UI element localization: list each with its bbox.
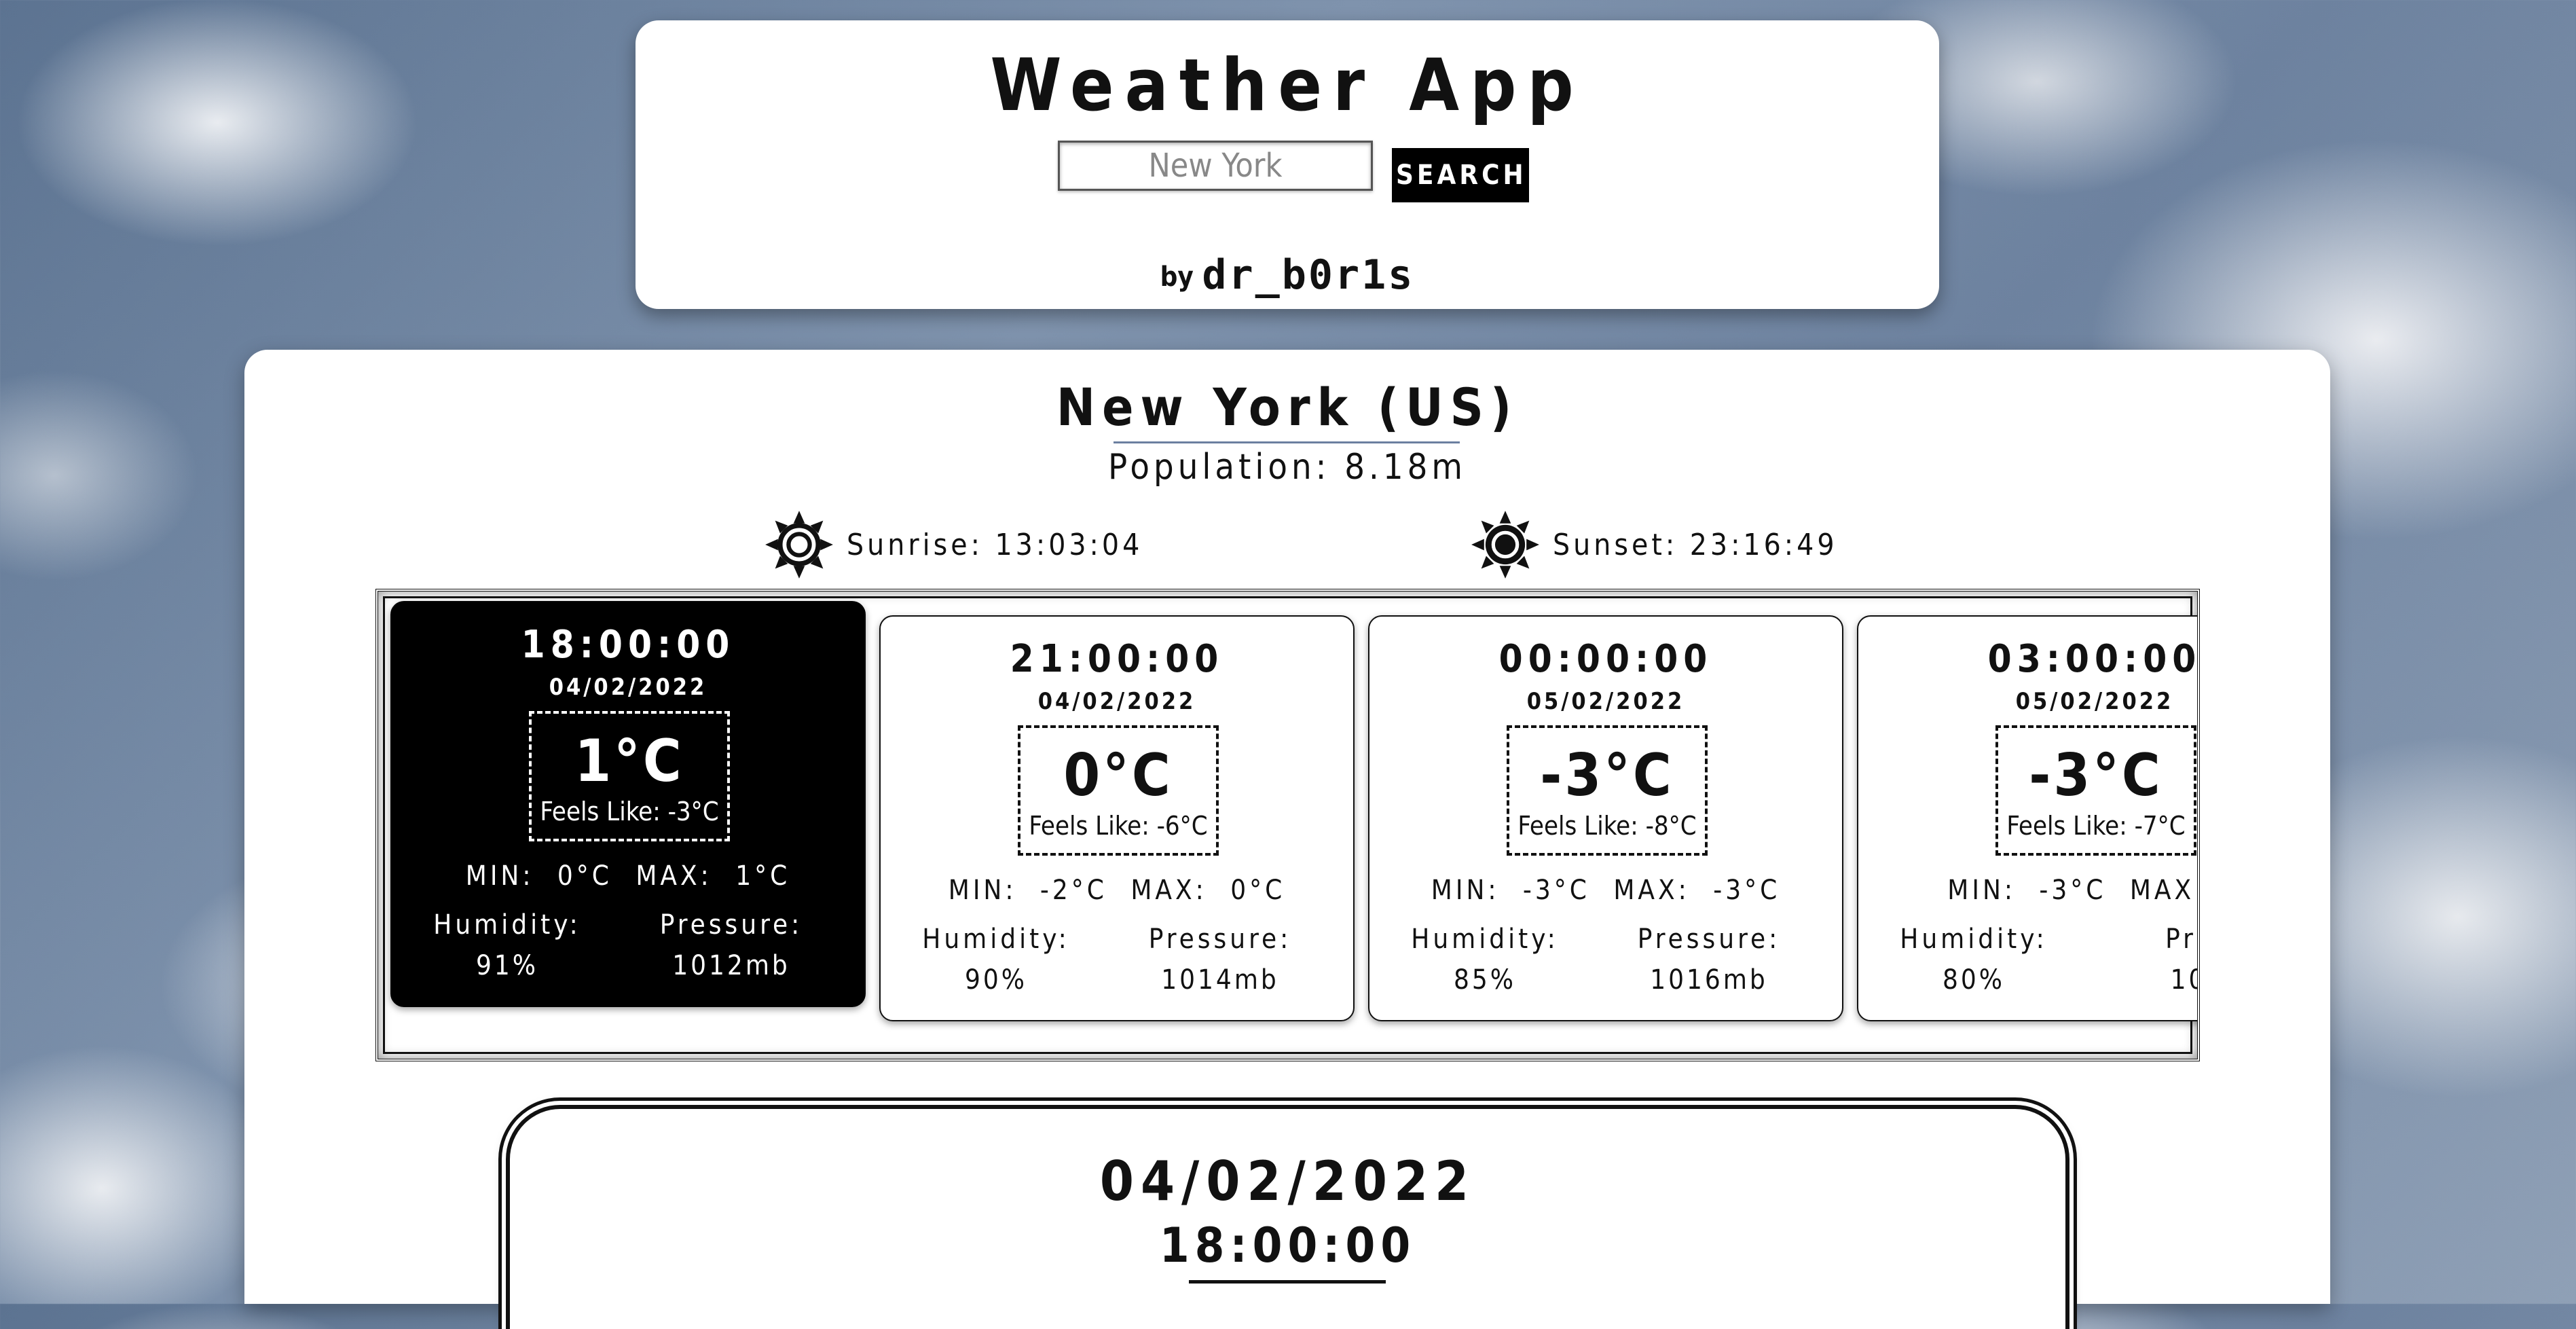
min-max: MIN: -2°C MAX: 0°C bbox=[948, 875, 1286, 906]
pressure: Pressure: 1016mb bbox=[1614, 924, 1804, 996]
detail-time: 18:00:00 bbox=[1159, 1218, 1416, 1273]
forecast-time: 21:00:00 bbox=[1010, 637, 1224, 681]
selected-forecast-detail: 04/02/2022 18:00:00 bbox=[506, 1105, 2069, 1329]
pressure: Pressure: 1012mb bbox=[636, 909, 826, 981]
forecast-time: 00:00:00 bbox=[1498, 637, 1713, 681]
pressure-value: 101 bbox=[2170, 964, 2197, 996]
forecast-date: 04/02/2022 bbox=[549, 674, 707, 701]
humidity-label: Humidity: bbox=[1900, 924, 2048, 955]
humidity-label: Humidity: bbox=[1411, 924, 1559, 955]
humidity: Humidity: 90% bbox=[901, 924, 1091, 996]
population: Population: 8.18m bbox=[1108, 447, 1467, 488]
pressure-label: Pressure: bbox=[1637, 924, 1781, 955]
humidity-label: Humidity: bbox=[433, 909, 581, 941]
pressure-label: Pres bbox=[2165, 924, 2197, 955]
city-underline bbox=[1114, 441, 1460, 443]
detail-date: 04/02/2022 bbox=[1099, 1150, 1476, 1213]
sunset-row: Sunset: 23:16:49 bbox=[1470, 507, 1838, 582]
feels-like: Feels Like: -3°C bbox=[540, 797, 719, 826]
forecast-time: 03:00:00 bbox=[1987, 637, 2200, 681]
min-max: MIN: -3°C MAX: - bbox=[1947, 875, 2200, 906]
humidity: Humidity: 91% bbox=[412, 909, 602, 981]
humidity-value: 90% bbox=[965, 964, 1027, 996]
pressure-value: 1016mb bbox=[1650, 964, 1768, 996]
by-label: by bbox=[1160, 261, 1194, 293]
min-max: MIN: 0°C MAX: 1°C bbox=[465, 860, 791, 892]
forecast-card[interactable]: 21:00:00 04/02/2022 0°C Feels Like: -6°C… bbox=[879, 615, 1355, 1021]
sunset-icon bbox=[1471, 511, 1539, 579]
header-panel: Weather App SEARCH by dr_b0r1s bbox=[636, 20, 1939, 309]
app-title: Weather App bbox=[990, 43, 1585, 127]
temperature: -3°C bbox=[2029, 742, 2163, 809]
sunrise-icon bbox=[765, 511, 833, 579]
weather-panel: New York (US) Population: 8.18m Sunrise:… bbox=[244, 350, 2330, 1329]
temperature: -3°C bbox=[1540, 742, 1674, 809]
temperature: 1°C bbox=[574, 727, 684, 795]
pressure-label: Pressure: bbox=[1148, 924, 1292, 955]
sunrise-label: Sunrise: 13:03:04 bbox=[847, 527, 1143, 562]
pressure: Pres 101 bbox=[2103, 924, 2197, 996]
feels-like: Feels Like: -8°C bbox=[1517, 811, 1697, 841]
forecast-date: 05/02/2022 bbox=[1526, 688, 1685, 715]
temperature: 0°C bbox=[1063, 742, 1173, 809]
forecast-date: 04/02/2022 bbox=[1037, 688, 1196, 715]
temperature-box: -3°C Feels Like: -7°C bbox=[1995, 725, 2196, 856]
humidity-value: 80% bbox=[1943, 964, 2005, 996]
pressure-label: Pressure: bbox=[659, 909, 803, 941]
pressure-value: 1014mb bbox=[1161, 964, 1279, 996]
forecast-date: 05/02/2022 bbox=[2015, 688, 2174, 715]
humidity-value: 85% bbox=[1454, 964, 1516, 996]
sunrise-row: Sunrise: 13:03:04 bbox=[764, 507, 1143, 582]
forecast-card[interactable]: 00:00:00 05/02/2022 -3°C Feels Like: -8°… bbox=[1368, 615, 1843, 1021]
sunset-label: Sunset: 23:16:49 bbox=[1553, 527, 1838, 562]
author-credit: by dr_b0r1s bbox=[636, 251, 1939, 299]
search-button[interactable]: SEARCH bbox=[1392, 148, 1529, 202]
forecast-strip[interactable]: 18:00:00 04/02/2022 1°C Feels Like: -3°C… bbox=[375, 589, 2200, 1061]
feels-like: Feels Like: -7°C bbox=[2006, 811, 2186, 841]
city-name: New York (US) bbox=[1056, 377, 1519, 437]
feels-like: Feels Like: -6°C bbox=[1029, 811, 1208, 841]
detail-time-underline bbox=[1189, 1280, 1386, 1284]
humidity: Humidity: 80% bbox=[1879, 924, 2069, 996]
forecast-time: 18:00:00 bbox=[521, 623, 735, 667]
forecast-card[interactable]: 03:00:00 05/02/2022 -3°C Feels Like: -7°… bbox=[1857, 615, 2200, 1021]
temperature-box: 0°C Feels Like: -6°C bbox=[1018, 725, 1219, 856]
author-logo: dr_b0r1s bbox=[1202, 251, 1415, 299]
pressure: Pressure: 1014mb bbox=[1125, 924, 1315, 996]
search-input[interactable] bbox=[1058, 141, 1373, 191]
temperature-box: -3°C Feels Like: -8°C bbox=[1507, 725, 1708, 856]
forecast-card[interactable]: 18:00:00 04/02/2022 1°C Feels Like: -3°C… bbox=[390, 601, 866, 1007]
humidity-value: 91% bbox=[476, 950, 538, 981]
temperature-box: 1°C Feels Like: -3°C bbox=[529, 711, 730, 841]
pressure-value: 1012mb bbox=[672, 950, 790, 981]
humidity-label: Humidity: bbox=[922, 924, 1070, 955]
min-max: MIN: -3°C MAX: -3°C bbox=[1431, 875, 1781, 906]
humidity: Humidity: 85% bbox=[1390, 924, 1580, 996]
